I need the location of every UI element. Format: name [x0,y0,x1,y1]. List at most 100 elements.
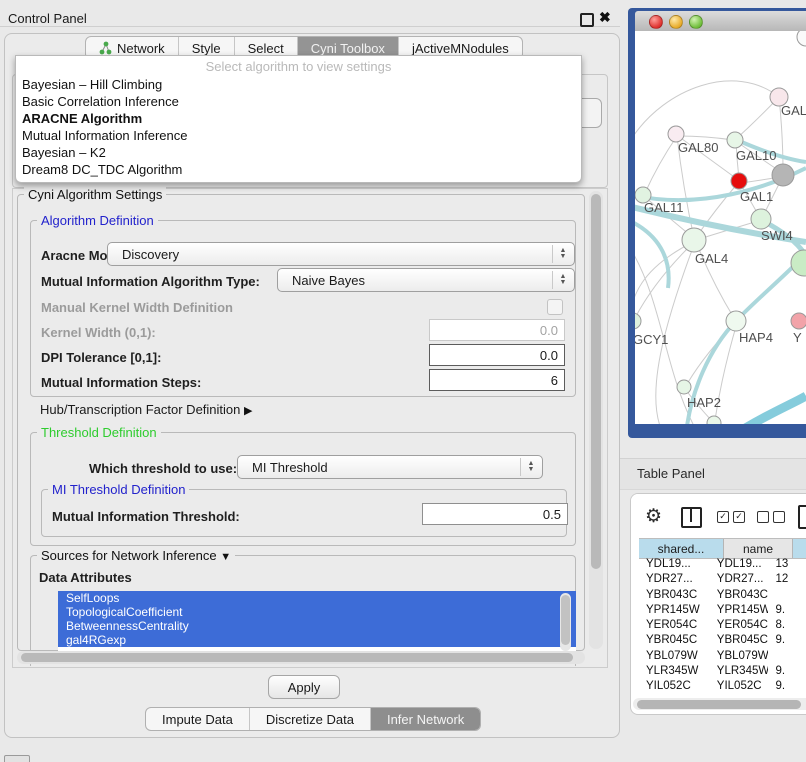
attribute-item[interactable]: BetweennessCentrality [58,619,576,633]
table-header-cell[interactable] [793,539,806,558]
network-node[interactable] [772,164,794,186]
table-row[interactable]: YDR27...YDR27...12 [639,572,806,587]
network-icon [99,41,112,55]
control-panel-titlebar: Control Panel ✖ [0,0,620,27]
algorithm-option[interactable]: ARACNE Algorithm [16,110,581,127]
table-row[interactable]: YER054CYER054C8. [639,618,806,633]
mi-steps-label: Mutual Information Steps: [41,375,201,390]
attributes-scrollbar[interactable] [560,593,571,651]
table-horizontal-scrollbar[interactable] [633,698,806,710]
network-edge-highlight[interactable] [742,396,806,424]
network-edge-highlight[interactable] [635,220,669,288]
kernel-width-field[interactable]: 0.0 [429,319,565,341]
settings-vertical-scrollbar[interactable] [589,191,603,649]
mi-steps-field[interactable]: 6 [429,369,565,391]
network-edge[interactable] [645,136,677,193]
network-node[interactable] [731,173,747,189]
close-traffic-light-icon[interactable] [649,15,663,29]
table-row[interactable]: YBR045CYBR045C9. [639,633,806,648]
cyni-algorithm-settings-label: Cyni Algorithm Settings [24,187,166,202]
table-cell: 12 [768,572,806,587]
algorithm-definition-group: Algorithm Definition Aracne Mode: Discov… [30,220,576,397]
network-node[interactable] [635,313,641,329]
attribute-item[interactable]: gal4RGexp [58,633,576,647]
node-label: GAL [781,103,806,118]
network-node[interactable] [682,228,706,252]
aracne-mode-combo[interactable]: Discovery ▲▼ [107,242,575,266]
network-node[interactable] [726,311,746,331]
tab-impute-data[interactable]: Impute Data [146,708,249,730]
attribute-item[interactable]: SelfLoops [58,591,576,605]
algorithm-dropdown: Select algorithm to view settings Bayesi… [15,55,582,183]
mi-threshold-field[interactable]: 0.5 [422,503,568,525]
network-node[interactable] [751,209,771,229]
corner-button[interactable] [4,755,30,762]
columns-icon[interactable] [681,507,702,528]
algorithm-option[interactable]: Bayesian – K2 [16,144,581,161]
settings-horizontal-scrollbar[interactable] [17,651,585,664]
data-attributes-list: SelfLoopsTopologicalCoefficientBetweenne… [58,591,576,653]
tab-discretize-data[interactable]: Discretize Data [249,708,370,730]
mi-type-combo[interactable]: Naive Bayes ▲▼ [277,268,575,292]
settings-vertical-scrollbar-thumb[interactable] [591,194,601,569]
table-cell: YBL079W [639,649,710,664]
network-node[interactable] [727,132,743,148]
algorithm-option[interactable]: Basic Correlation Inference [16,93,581,110]
sources-collapse-icon[interactable]: ▼ [220,551,231,563]
network-node[interactable] [791,250,806,276]
dpi-tolerance-field[interactable]: 0.0 [429,344,565,366]
table-row[interactable]: YLR345WYLR345W9. [639,664,806,679]
network-node[interactable] [797,31,806,46]
algorithm-option[interactable]: Bayesian – Hill Climbing [16,76,581,93]
deselect-all-icon[interactable] [757,511,785,523]
network-node[interactable] [791,313,806,329]
table-row[interactable]: YBR043CYBR043C [639,588,806,603]
table-horizontal-scrollbar-thumb[interactable] [637,700,801,709]
hub-expand-icon[interactable]: ▶ [244,405,252,417]
network-graph[interactable]: GALGAL80GAL10GAL1GAL11SWI4GAL4GCY1HAP4YH… [635,31,806,424]
manual-kernel-label: Manual Kernel Width Definition [41,300,233,315]
table-row[interactable]: YBL079WYBL079W [639,649,806,664]
which-threshold-combo[interactable]: MI Threshold ▲▼ [237,455,543,479]
table-header-cell[interactable]: name [724,539,793,558]
select-all-icon[interactable]: ✓✓ [717,511,745,523]
mi-type-value: Naive Bayes [292,273,365,288]
zoom-traffic-light-icon[interactable] [689,15,703,29]
table-row[interactable]: YPR145WYPR145W9. [639,603,806,618]
table-panel: ⚙ ✓✓ shared...name YDL19...YDL19...13YDR… [630,493,806,715]
which-threshold-value: MI Threshold [252,460,328,475]
attributes-scrollbar-thumb[interactable] [561,595,570,645]
attribute-item[interactable]: TopologicalCoefficient [58,605,576,619]
table-cell: 8. [768,618,806,633]
manual-kernel-checkbox[interactable] [547,299,563,315]
new-table-icon[interactable] [798,505,806,529]
close-icon[interactable]: ✖ [599,9,611,26]
table-cell: YDR27... [710,572,769,587]
table-cell: YLR345W [710,664,769,679]
network-window-titlebar[interactable] [635,11,806,32]
tab-label: Select [248,41,284,56]
algorithm-option[interactable]: Mutual Information Inference [16,127,581,144]
minimize-traffic-light-icon[interactable] [669,15,683,29]
algorithm-option[interactable]: Dream8 DC_TDC Algorithm [16,161,581,178]
settings-horizontal-scrollbar-thumb[interactable] [21,653,573,662]
table-cell: YPR145W [639,603,710,618]
network-edge[interactable] [635,81,779,138]
node-label: GAL80 [678,140,718,155]
table-cell: YIL052C [639,679,710,694]
apply-button[interactable]: Apply [268,675,340,699]
float-window-icon[interactable] [580,13,594,27]
network-node[interactable] [677,380,691,394]
network-canvas[interactable]: GALGAL80GAL10GAL1GAL11SWI4GAL4GCY1HAP4YH… [635,31,806,424]
tab-infer-network[interactable]: Infer Network [370,708,480,730]
which-threshold-label: Which threshold to use: [89,461,237,476]
data-attributes-label: Data Attributes [39,570,132,585]
table-row[interactable]: YDL19...YDL19...13 [639,557,806,572]
table-row[interactable]: YIL052CYIL052C9. [639,679,806,694]
gear-icon[interactable]: ⚙ [645,505,662,528]
hub-definition-toggle[interactable]: Hub/Transcription Factor Definition ▶ [40,402,252,417]
algorithm-dropdown-list: Bayesian – Hill ClimbingBasic Correlatio… [16,76,581,178]
threshold-definition-group: Threshold Definition Which threshold to … [30,432,576,546]
mi-threshold-label: Mutual Information Threshold: [52,509,240,524]
table-header-cell[interactable]: shared... [639,539,724,558]
